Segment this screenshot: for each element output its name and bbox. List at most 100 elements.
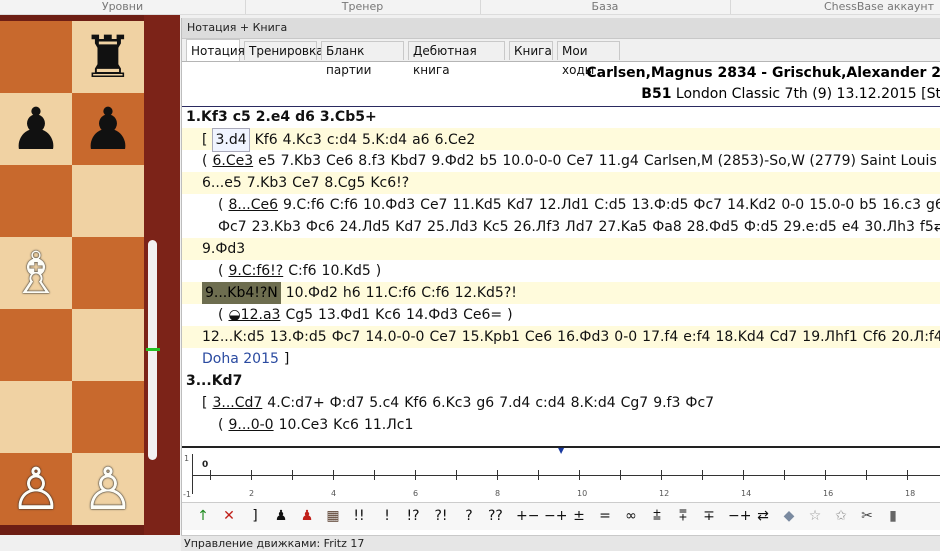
move-token[interactable]: Ce7 [420, 194, 447, 216]
move-token[interactable]: Kd7 [395, 216, 422, 238]
move-token[interactable]: 8.K:d4 [571, 392, 616, 414]
move-token[interactable]: c:d4 [535, 392, 565, 414]
move-token[interactable]: 13.Фd1 [318, 304, 370, 326]
move-token[interactable]: Kc6 [333, 414, 359, 436]
square-b8[interactable]: ♜ [72, 21, 144, 93]
counterplay-button[interactable]: ⇄ [756, 506, 770, 526]
star-icon[interactable]: ☆ [808, 506, 822, 526]
move-token[interactable]: 9...0-0 [228, 414, 273, 436]
move-token[interactable]: Cd7 [770, 326, 798, 348]
ribbon-group-trainer[interactable]: Тренер [245, 0, 481, 14]
black-winning-button[interactable]: −+ [544, 506, 567, 526]
star-plus-icon[interactable]: ✩ [834, 506, 848, 526]
move-token[interactable]: 11.C:f6 [366, 282, 417, 304]
move-token[interactable]: Kc6!? [370, 172, 409, 194]
move-token[interactable]: Фc7 [693, 194, 722, 216]
square-a2[interactable]: ♙ [0, 453, 72, 525]
move-token[interactable]: 3.d4 [212, 128, 250, 152]
move-token[interactable]: 1.Kf3 [186, 106, 228, 128]
ribbon-group-database[interactable]: База [480, 0, 731, 14]
move-token[interactable]: 4.Kc3 [283, 129, 322, 151]
dubious-move-button[interactable]: ?! [434, 506, 448, 526]
move-token[interactable]: 30.Лh3 [864, 216, 915, 238]
move-token[interactable]: 9.Фd2 [431, 150, 474, 172]
move-token[interactable]: Carlsen,M (2853)-So,W (2779) Saint Louis… [644, 150, 940, 172]
white-bishop-icon[interactable]: ♗ [10, 244, 62, 302]
move-token[interactable]: 9.f3 [653, 392, 680, 414]
move-token[interactable]: 6.Kc3 [432, 392, 471, 414]
close-bracket-button[interactable]: ] [248, 506, 262, 526]
move-token[interactable]: 5.c4 [369, 392, 399, 414]
move-token[interactable]: Ce6 [326, 150, 353, 172]
move-token[interactable]: 6.Ce3 [212, 150, 253, 172]
move-token[interactable]: 10.Ce3 [279, 414, 329, 436]
move-token[interactable]: g6 [476, 392, 494, 414]
tab-4[interactable]: Книга [509, 41, 553, 60]
cut-icon[interactable]: ✂ [860, 506, 874, 526]
move-token[interactable]: Ce7 [566, 150, 593, 172]
move-token[interactable]: 23.Kb3 [252, 216, 301, 238]
square-b6[interactable] [72, 165, 144, 237]
move-token[interactable]: d6 [295, 106, 315, 128]
move-token[interactable]: 8.f3 [358, 150, 385, 172]
square-b3[interactable] [72, 381, 144, 453]
delete-variation-icon[interactable]: ✕ [222, 506, 236, 526]
move-token[interactable]: Лd7 [565, 216, 593, 238]
square-a7[interactable]: ♟ [0, 93, 72, 165]
move-token[interactable]: C:d5 [594, 194, 626, 216]
move-token[interactable]: a6 [412, 129, 430, 151]
move-token[interactable]: Kc6 [375, 304, 401, 326]
move-token[interactable]: Cf6 [863, 326, 887, 348]
move-token[interactable]: 0-0 [781, 194, 804, 216]
move-token[interactable]: 13.Ф:d5 [270, 326, 327, 348]
move-token[interactable]: g6 [926, 194, 940, 216]
move-token[interactable]: 26.Лf3 [514, 216, 561, 238]
battery-icon[interactable]: ▮ [886, 506, 900, 526]
move-token[interactable]: C:f6 [288, 260, 316, 282]
black-rook-icon[interactable]: ♜ [82, 28, 134, 86]
move-token[interactable]: c:d4 [327, 129, 357, 151]
move-token[interactable]: Фc6 [306, 216, 335, 238]
move-token[interactable]: b5 [480, 150, 498, 172]
move-token[interactable]: 20.Л:f4 [891, 326, 940, 348]
move-token[interactable]: Ce7 [292, 172, 319, 194]
square-a5[interactable]: ♗ [0, 237, 72, 309]
move-token[interactable]: 11.g4 [599, 150, 639, 172]
move-token[interactable]: 16.c3 [882, 194, 921, 216]
evaluation-chart[interactable]: ▼ 1 -1 0 2 4 6 8 10 12 14 16 18 [182, 446, 940, 502]
black-winning-button-2[interactable]: −+ [728, 506, 751, 526]
tab-3[interactable]: Дебютная книга [408, 41, 505, 77]
move-token[interactable]: 5.K:d4 [362, 129, 407, 151]
interesting-move-button[interactable]: !? [406, 506, 420, 526]
square-b2[interactable]: ♙ [72, 453, 144, 525]
white-slightly-better-button[interactable]: ⩲ [650, 506, 664, 526]
move-token[interactable]: 3...Kd7 [186, 370, 242, 392]
move-token[interactable]: 15.Kpb1 [462, 326, 520, 348]
move-token[interactable]: Ce6 [525, 326, 552, 348]
move-token[interactable]: 6.Ce2 [435, 129, 476, 151]
move-token[interactable]: 0-0 [614, 326, 637, 348]
move-token[interactable]: 6...e5 [202, 172, 242, 194]
move-token[interactable]: 11.Лc1 [364, 414, 413, 436]
white-winning-button[interactable]: +− [516, 506, 539, 526]
square-a8[interactable] [0, 21, 72, 93]
move-token[interactable]: C:f6 [421, 282, 449, 304]
move-token[interactable]: 10.0-0-0 [502, 150, 561, 172]
move-token[interactable]: Фc7 [332, 326, 361, 348]
move-token[interactable]: 14.Kd2 [727, 194, 776, 216]
move-token[interactable]: Фa8 [652, 216, 682, 238]
move-token[interactable]: c5 [233, 106, 251, 128]
blunder-button[interactable]: ?? [488, 506, 503, 526]
move-token[interactable]: Фc7 [218, 216, 247, 238]
move-token[interactable]: C:f6 [330, 194, 358, 216]
tab-0[interactable]: Нотация [186, 39, 245, 61]
position-icon[interactable]: ▦ [326, 506, 340, 526]
move-token[interactable]: e5 [258, 150, 276, 172]
black-pawn-icon[interactable]: ♟ [274, 506, 288, 526]
move-token[interactable]: Doha 2015 [202, 348, 279, 370]
good-move-button[interactable]: ! [380, 506, 394, 526]
move-token[interactable]: 3...Cd7 [212, 392, 262, 414]
move-token[interactable]: Фc7 [685, 392, 714, 414]
move-token[interactable]: Kf6 [404, 392, 427, 414]
unclear-button[interactable]: ∞ [624, 506, 638, 526]
